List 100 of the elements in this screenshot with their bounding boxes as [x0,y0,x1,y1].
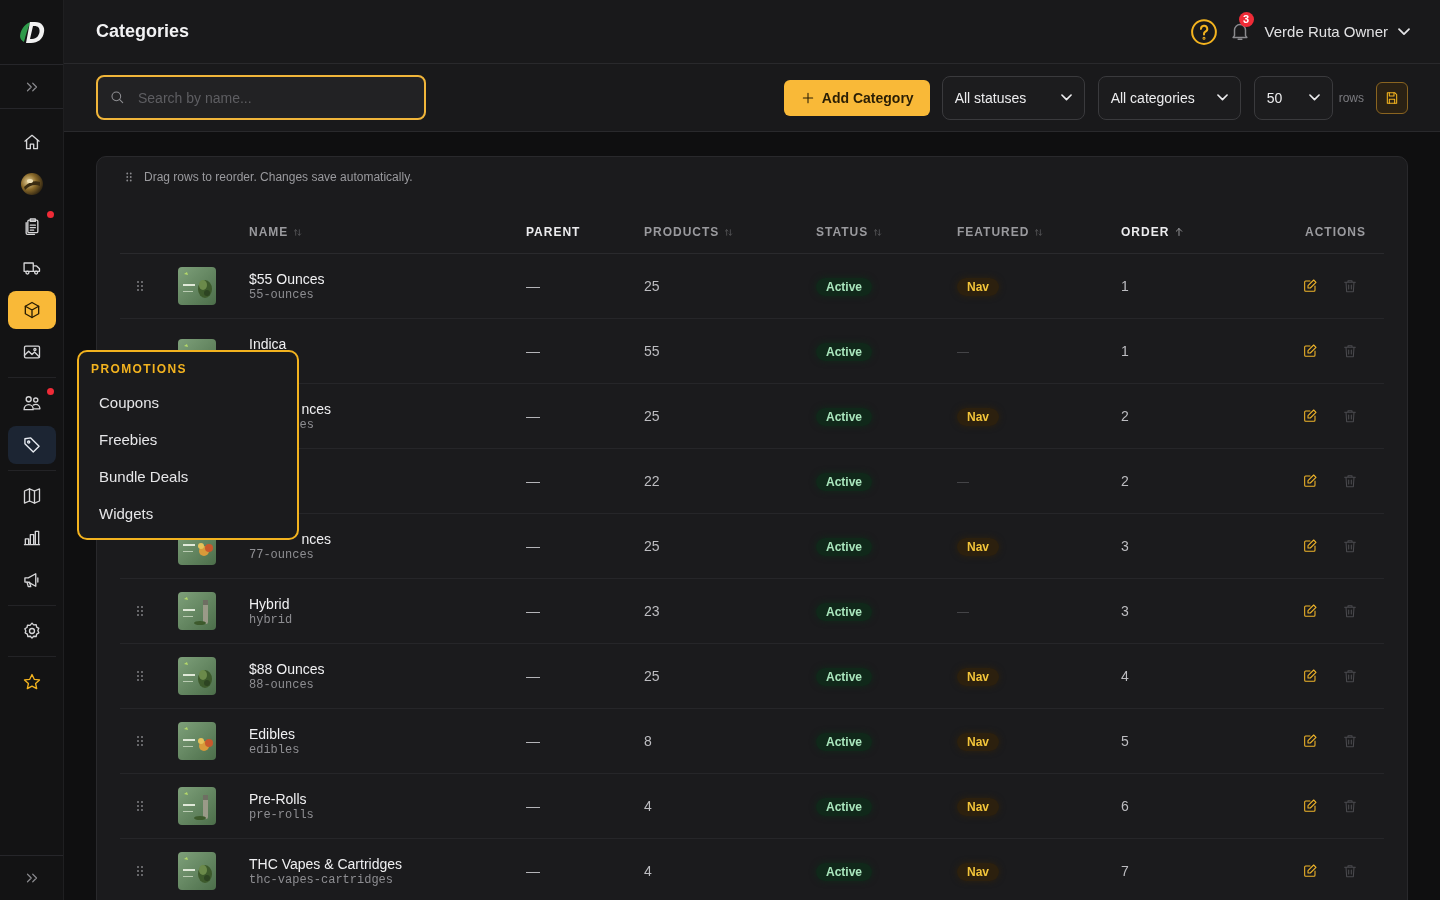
category-name: $88 Ounces [249,660,325,677]
delete-icon [1342,863,1358,879]
page-size-dropdown[interactable]: 50 [1253,75,1333,120]
star-icon [21,672,42,692]
parent-cell-text: — [526,603,541,619]
edit-icon [1302,733,1318,749]
user-menu[interactable]: Verde Ruta Owner [1264,23,1410,40]
category-slug: thc-vapes-cartridges [249,872,394,887]
status-badge: Active [816,603,873,621]
featured-badge: Nav [957,538,999,556]
delete-icon [1342,798,1358,814]
product-count: 4 [644,863,653,879]
order-number: 7 [1121,863,1130,879]
order-number: 1 [1121,278,1130,294]
featured-badge: Nav [957,863,999,881]
edit-icon [1302,473,1318,489]
status-badge: Active [816,278,873,296]
chevron-down-icon [1216,94,1228,101]
status-badge: Active [816,798,873,816]
featured-empty: — [957,605,969,619]
status-badge: Active [816,733,873,751]
delete-icon [1342,538,1358,554]
menu-heading: PROMOTIONS [90,362,188,376]
category-slug: 88-ounces [249,677,314,692]
category-name: nces [300,400,331,417]
parent-cell-text: — [526,473,541,489]
filter-dropdown[interactable]: All categories [1097,75,1241,120]
settings-icon [21,621,42,641]
save-button[interactable] [1376,81,1408,114]
featured-badge: Nav [957,733,999,751]
users-icon [21,393,42,413]
map-icon [21,486,42,506]
menu-item[interactable]: Bundle Deals [79,458,297,495]
product-count: 23 [644,603,661,619]
parent-cell-text: — [526,538,541,554]
column-header: PARENT [526,225,582,239]
category-name: THC Vapes & Cartridges [249,855,402,872]
category-slug: 77-ounces [249,547,314,562]
column-header[interactable]: FEATURED [957,225,1121,239]
filter-dropdown[interactable]: All statuses [941,75,1085,120]
sidebar-item[interactable] [7,291,56,329]
status-badge: Active [816,343,873,361]
delete-icon [1342,343,1358,359]
category-name: $55 Ounces [249,270,325,287]
order-number: 4 [1121,668,1130,684]
megaphone-icon [21,570,42,590]
category-slug: es [298,417,314,432]
product-count: 4 [644,798,653,814]
category-name: Pre-Rolls [249,790,307,807]
column-header[interactable]: NAME [249,225,526,239]
delete-icon [1342,668,1358,684]
add-category-button[interactable]: Add Category [783,79,930,116]
menu-item[interactable]: Freebies [79,421,297,458]
product-count: 25 [644,668,661,684]
delete-icon [1342,603,1358,619]
column-header[interactable]: ORDER [1121,225,1270,239]
edit-icon [1302,668,1318,684]
chevron-down-icon [1060,94,1072,101]
order-number: 3 [1121,538,1130,554]
column-header[interactable]: PRODUCTS [644,225,816,239]
menu-item[interactable]: Widgets [79,495,297,532]
order-number: 5 [1121,733,1130,749]
order-number: 1 [1121,343,1130,359]
product-count: 8 [644,733,653,749]
delete-icon [1342,278,1358,294]
status-badge: Active [816,473,873,491]
column-header[interactable]: STATUS [816,225,957,239]
category-slug: 55-ounces [249,287,314,302]
featured-badge: Nav [957,668,999,686]
help-icon [1188,16,1219,47]
product-count: 25 [644,408,661,424]
edit-icon [1302,863,1318,879]
reorder-hint: Drag rows to reorder. Changes save automatically. [144,170,413,184]
save-icon [1384,89,1400,106]
parent-cell-text: — [526,798,541,814]
menu-item[interactable]: Coupons [79,384,297,421]
order-number: 3 [1121,603,1130,619]
sidebar-item[interactable] [7,426,56,464]
featured-badge: Nav [957,798,999,816]
category-slug: edibles [249,742,300,757]
status-badge: Active [816,863,873,881]
delete-icon [1342,408,1358,424]
status-badge: Active [816,668,873,686]
alert-dot [46,388,54,395]
category-name: nces [300,530,331,547]
featured-badge: Nav [957,408,999,426]
featured-empty: — [957,475,969,489]
status-badge: Active [816,538,873,556]
tag-icon [21,435,42,455]
product-count: 25 [644,538,661,554]
edit-icon [1302,798,1318,814]
parent-cell-text: — [526,863,541,879]
alert-dot [46,211,54,218]
product-count: 55 [644,343,661,359]
status-badge: Active [816,408,873,426]
search-field[interactable]: Search by name... [96,75,426,120]
category-slug: hybrid [249,612,293,627]
edit-icon [1302,408,1318,424]
featured-empty: — [957,345,969,359]
parent-cell-text: — [526,733,541,749]
